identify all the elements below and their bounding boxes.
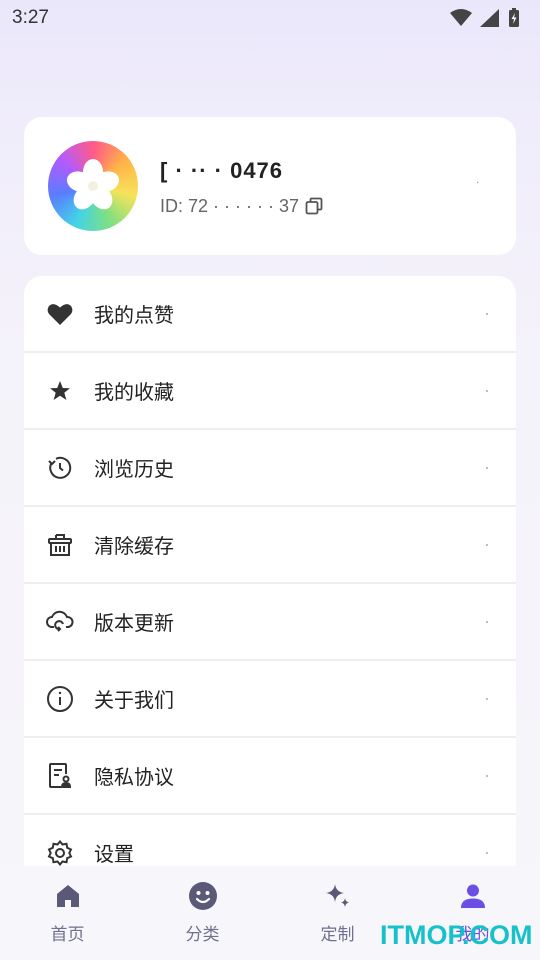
menu-item-label: 版本更新 xyxy=(94,611,174,635)
profile-info: [ · ·· · 0476 ID: 72 · · · · · · 37 xyxy=(160,156,516,217)
profile-card[interactable]: [ · ·· · 0476 ID: 72 · · · · · · 37 · xyxy=(24,117,516,255)
menu-item-privacy-policy[interactable]: 隐私协议 xyxy=(24,738,516,815)
chevron-right-icon: · xyxy=(476,178,480,189)
menu-item-label: 我的收藏 xyxy=(94,380,174,404)
star-icon xyxy=(46,377,74,405)
menu-item-history[interactable]: 浏览历史 xyxy=(24,430,516,507)
heart-icon xyxy=(46,300,74,328)
menu-item-about-us[interactable]: 关于我们 xyxy=(24,661,516,738)
chevron-right-icon xyxy=(486,543,488,546)
nav-tab-label: 首页 xyxy=(50,925,85,945)
menu-item-label: 我的点赞 xyxy=(94,303,174,327)
cellular-signal-icon xyxy=(480,9,500,27)
pinwheel-avatar-icon xyxy=(66,159,120,210)
chevron-right-icon xyxy=(486,389,488,392)
nav-tab-category[interactable]: 分类 xyxy=(135,866,270,960)
chevron-right-icon xyxy=(486,697,488,700)
user-id: ID: 72 · · · · · · 37 xyxy=(160,195,300,216)
menu-item-label: 清除缓存 xyxy=(94,534,174,558)
cloud-update-icon xyxy=(46,608,74,636)
nav-tab-label: 分类 xyxy=(185,925,220,945)
chevron-right-icon xyxy=(486,620,488,623)
nav-tab-label: 定制 xyxy=(320,925,355,945)
menu-item-favorites[interactable]: 我的收藏 xyxy=(24,353,516,430)
status-bar: 3:27 xyxy=(0,0,540,36)
wifi-icon xyxy=(450,9,472,27)
menu-item-version-update[interactable]: 版本更新 xyxy=(24,584,516,661)
watermark: ITMOP.COM xyxy=(380,920,533,950)
chevron-right-icon xyxy=(486,774,488,777)
battery-charging-icon xyxy=(508,8,520,28)
settings-gear-icon xyxy=(46,839,74,867)
menu-item-settings[interactable]: 设置 xyxy=(24,815,516,866)
menu-item-label: 设置 xyxy=(94,842,134,866)
privacy-document-icon xyxy=(46,762,74,790)
user-icon xyxy=(457,880,489,912)
menu-item-likes[interactable]: 我的点赞 xyxy=(24,276,516,353)
copy-icon[interactable] xyxy=(305,197,323,215)
avatar[interactable] xyxy=(48,141,138,231)
nav-tab-home[interactable]: 首页 xyxy=(0,866,135,960)
chevron-right-icon xyxy=(486,851,488,854)
info-icon xyxy=(46,685,74,713)
chevron-right-icon xyxy=(486,312,488,315)
menu-item-label: 关于我们 xyxy=(94,688,174,712)
trash-basket-icon xyxy=(46,531,74,559)
chevron-right-icon xyxy=(486,466,488,469)
user-name: [ · ·· · 0476 xyxy=(160,157,284,183)
history-clock-icon xyxy=(46,454,74,482)
menu-item-label: 隐私协议 xyxy=(94,765,174,789)
status-time: 3:27 xyxy=(12,7,49,28)
menu-list: 我的点赞 我的收藏 浏览历史 清除缓存 版本更新 关于我们 隐私协议 设置 xyxy=(24,276,516,866)
status-icons xyxy=(450,8,520,28)
user-id-row: ID: 72 · · · · · · 37 xyxy=(160,196,516,217)
menu-item-label: 浏览历史 xyxy=(94,457,174,481)
sparkle-icon xyxy=(322,880,354,912)
home-icon xyxy=(52,880,84,912)
menu-item-clear-cache[interactable]: 清除缓存 xyxy=(24,507,516,584)
smiley-icon xyxy=(187,880,219,912)
